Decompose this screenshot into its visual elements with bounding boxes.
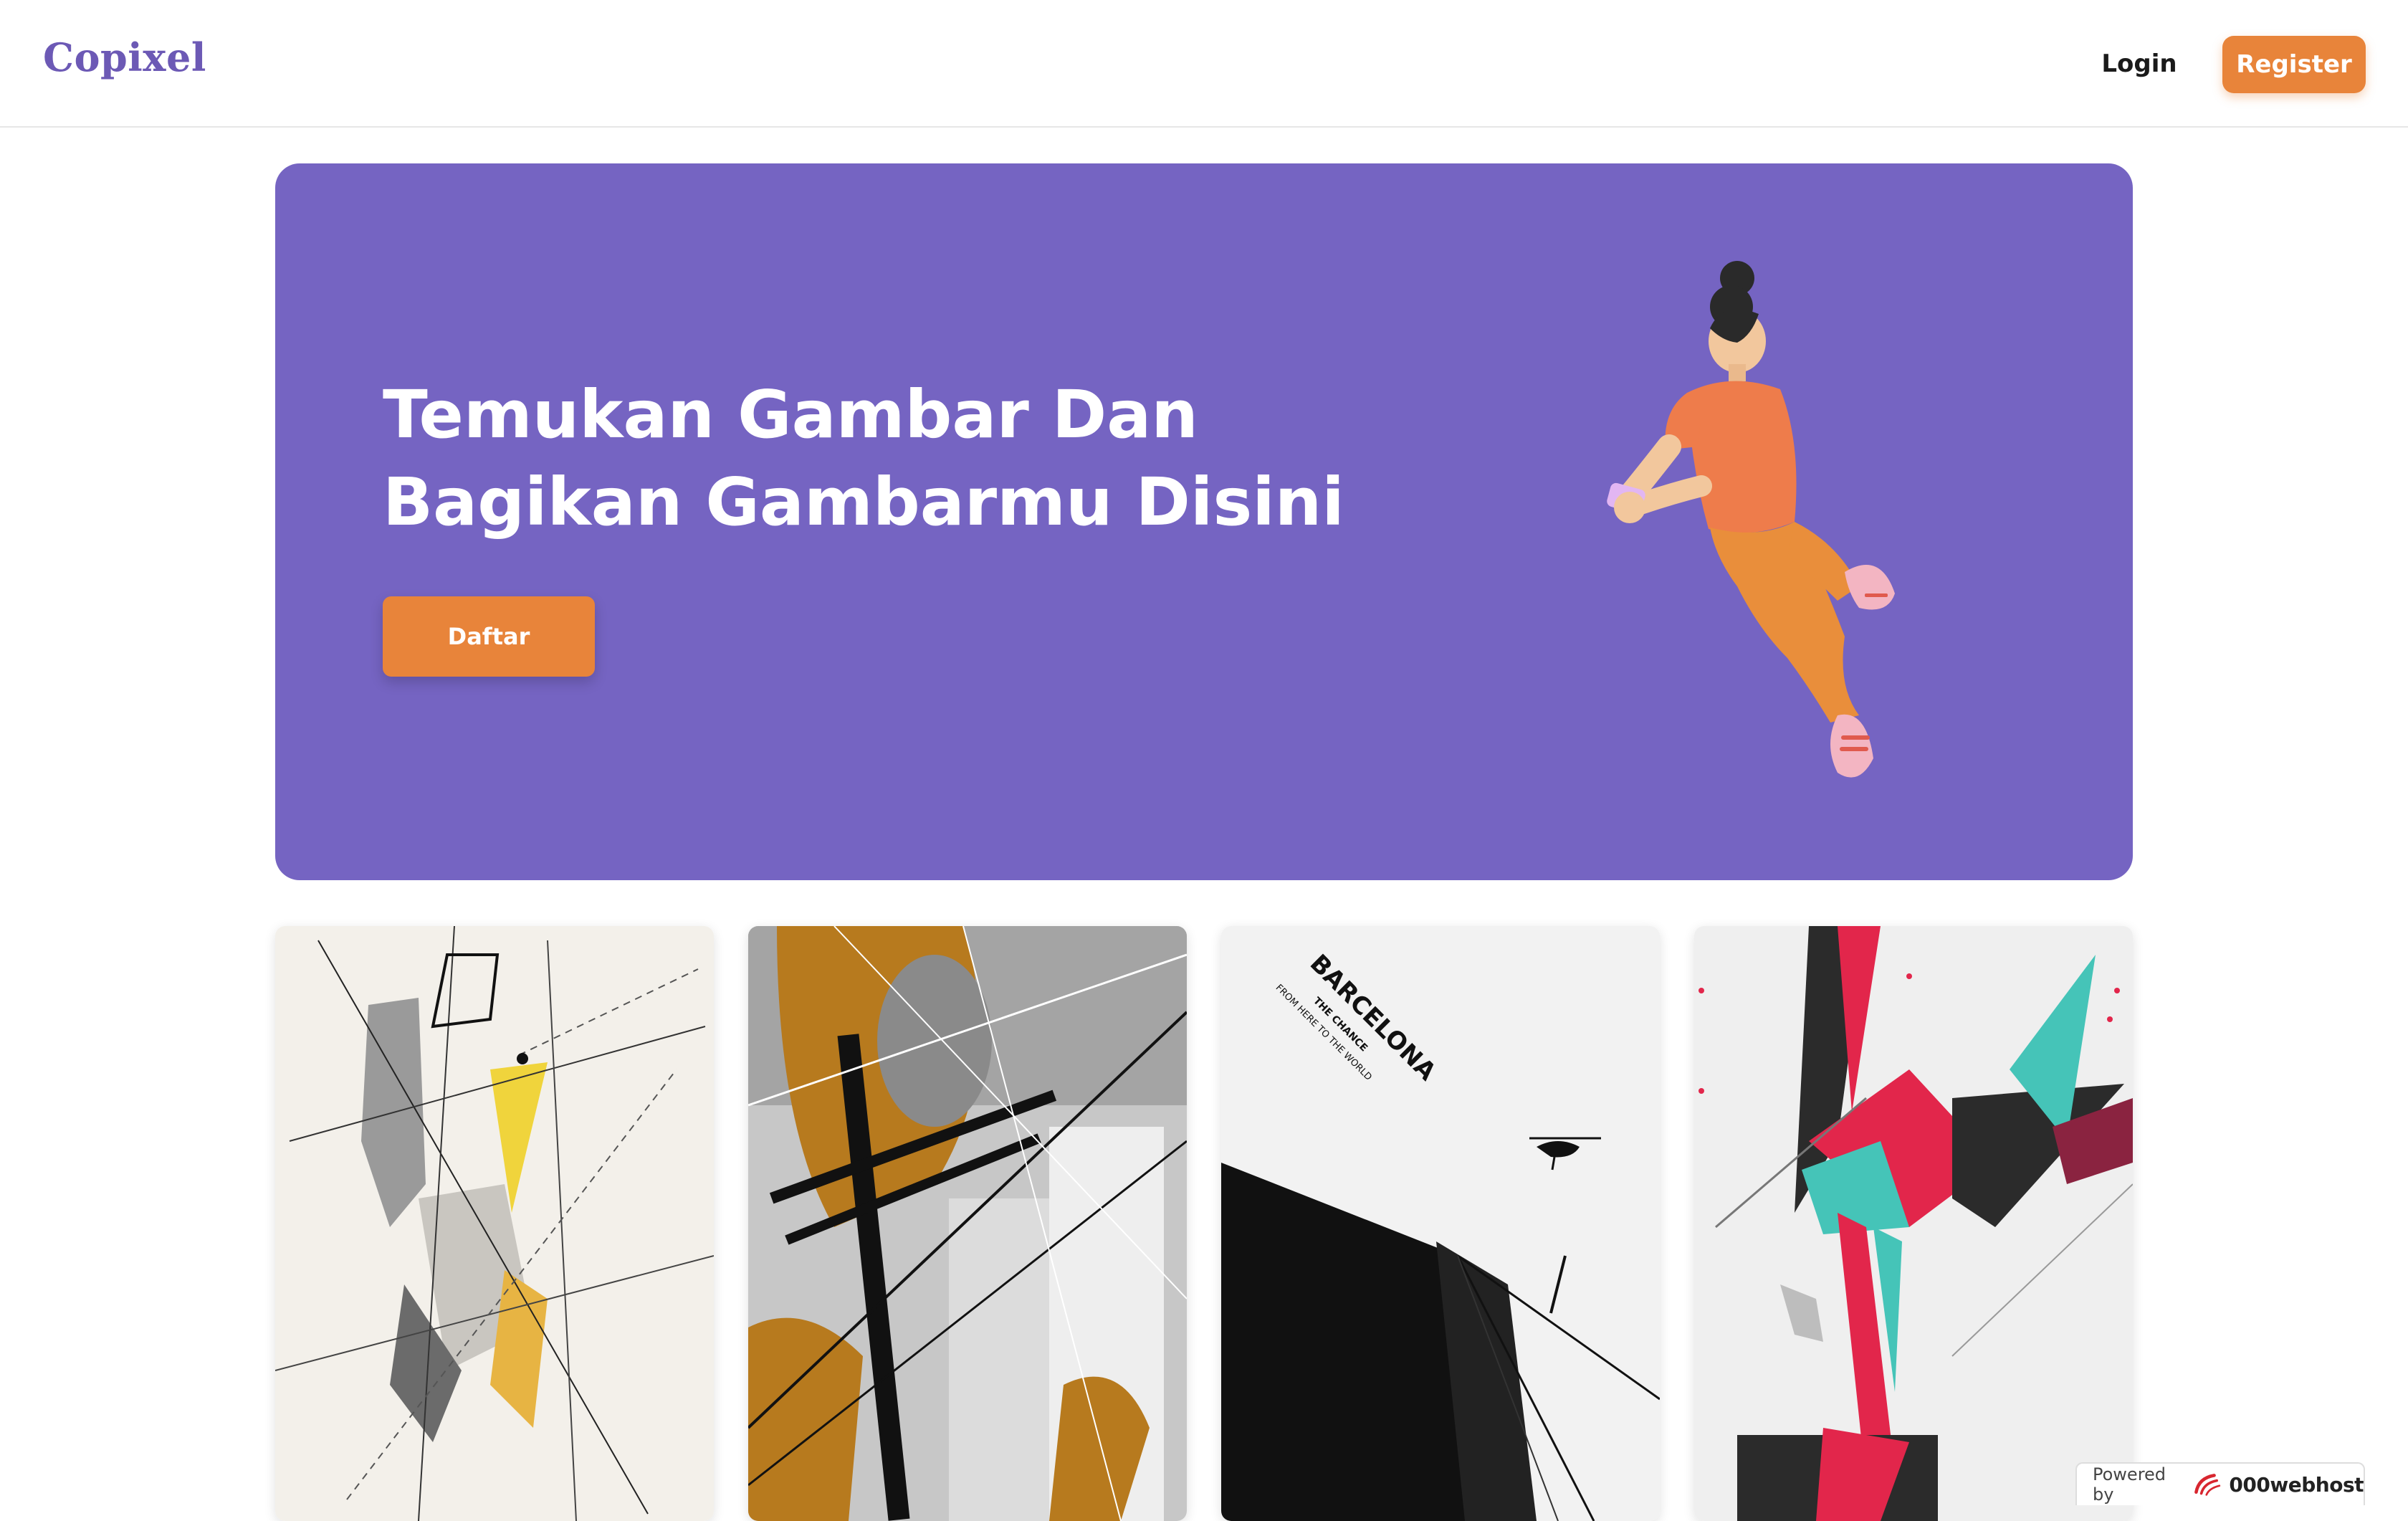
hero-title: Temukan Gambar Dan Bagikan Gambarmu Disi… [383,371,1458,546]
urban-collage-artwork [748,926,1187,1521]
login-link[interactable]: Login [2064,36,2214,92]
daftar-button[interactable]: Daftar [383,596,595,677]
brand-logo[interactable]: Copixel [43,34,206,80]
powered-by-label: Powered by [2093,1464,2166,1505]
hero-title-line-1: Temukan Gambar Dan [383,376,1198,453]
hero-title-line-2: Bagikan Gambarmu Disini [383,464,1344,540]
abstract-splash-artwork [1694,926,2133,1521]
abstract-sketch-artwork [275,926,714,1521]
powered-by-brand: 000webhost [2229,1472,2364,1497]
powered-by-badge[interactable]: Powered by 000webhost [2075,1462,2365,1505]
hero-banner: Temukan Gambar Dan Bagikan Gambarmu Disi… [275,163,2133,880]
gallery-card-abstract-splash[interactable] [1694,926,2133,1521]
image-gallery: BARCELONA THE CHANCE FROM HERE TO THE WO… [275,926,2133,1521]
gallery-card-urban-collage[interactable] [748,926,1187,1521]
gallery-card-barcelona-poster[interactable]: BARCELONA THE CHANCE FROM HERE TO THE WO… [1221,926,1660,1521]
webhost-logo-icon [2194,1474,2221,1496]
gallery-card-abstract-sketch[interactable] [275,926,714,1521]
navbar: Copixel Login Register [0,0,2408,128]
register-button[interactable]: Register [2222,36,2366,93]
barcelona-poster-artwork: BARCELONA THE CHANCE FROM HERE TO THE WO… [1221,926,1660,1521]
hero-illustration [1607,261,1895,778]
